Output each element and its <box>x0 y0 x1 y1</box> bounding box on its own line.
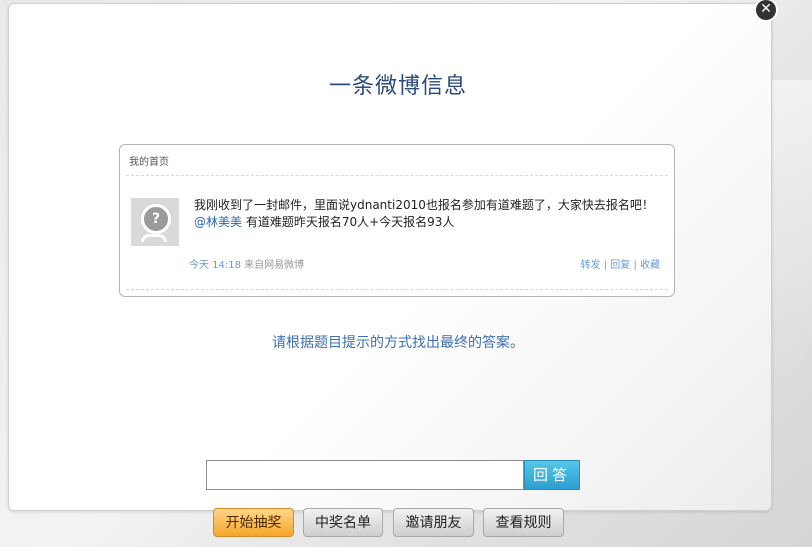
weibo-header-label: 我的首页 <box>129 157 169 168</box>
page-title: 一条微博信息 <box>328 74 467 99</box>
post-source: 来自网易微博 <box>241 260 305 271</box>
post-actions: 转发 | 回复 | 收藏 <box>581 256 660 271</box>
post-time[interactable]: 今天 14:18 <box>189 260 241 271</box>
hint-text: 请根据题目提示的方式找出最终的答案。 <box>272 335 524 351</box>
post-meta: 今天 14:18 来自网易微博 <box>189 256 304 271</box>
start-lottery-button[interactable]: 开始抽奖 <box>213 508 294 537</box>
dialog-card: 一条微博信息 我的首页 ? 我刚收到了一封邮件，里面说ydnanti2010也报… <box>8 3 772 511</box>
post-text-part1: 我刚收到了一封邮件，里面说ydnanti2010也报名参加有道难题了，大家快去报… <box>194 198 654 212</box>
close-icon[interactable]: ✕ <box>756 0 776 20</box>
answer-input[interactable] <box>206 460 524 490</box>
mention-link[interactable]: @林美美 <box>194 215 242 229</box>
post-text-part2: 有道难题昨天报名70人+今天报名93人 <box>242 215 455 229</box>
forward-link[interactable]: 转发 <box>581 260 601 271</box>
avatar: ? <box>131 198 179 246</box>
winners-list-button[interactable]: 中奖名单 <box>303 508 383 537</box>
favorite-link[interactable]: 收藏 <box>640 260 660 271</box>
divider <box>126 289 668 290</box>
invite-friends-button[interactable]: 邀请朋友 <box>393 508 474 537</box>
weibo-post-text: 我刚收到了一封邮件，里面说ydnanti2010也报名参加有道难题了，大家快去报… <box>194 197 664 231</box>
separator: | <box>600 260 611 271</box>
separator: | <box>630 260 640 271</box>
divider <box>126 175 668 176</box>
reply-link[interactable]: 回复 <box>610 260 630 271</box>
answer-submit-button[interactable]: 回答 <box>524 460 580 490</box>
default-avatar-icon: ? <box>141 204 171 234</box>
view-rules-button[interactable]: 查看规则 <box>483 508 564 537</box>
weibo-post-card: 我的首页 ? 我刚收到了一封邮件，里面说ydnanti2010也报名参加有道难题… <box>119 144 675 297</box>
avatar-stand <box>141 234 167 242</box>
